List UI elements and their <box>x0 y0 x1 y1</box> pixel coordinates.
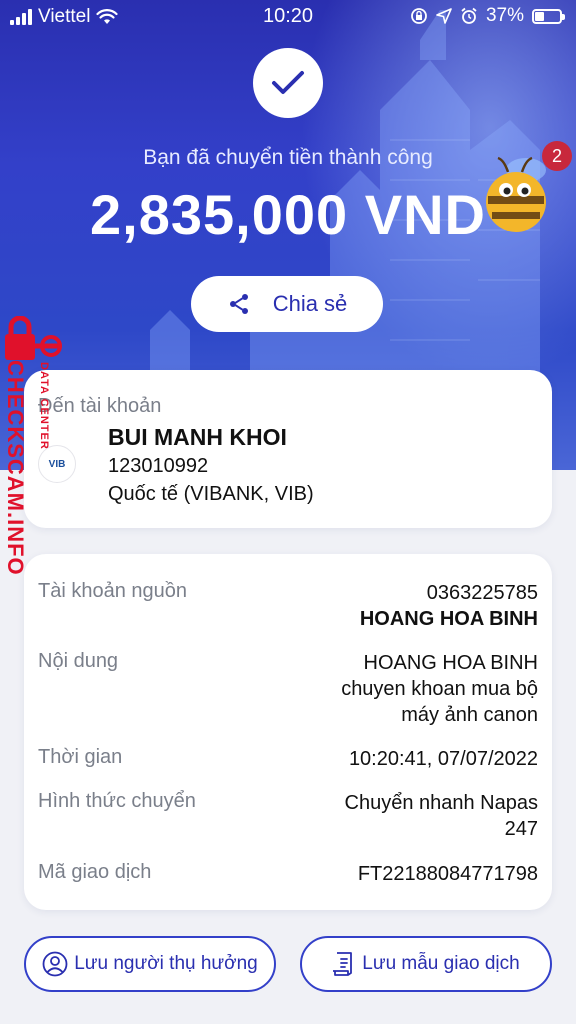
screen-rotation-lock-icon <box>411 8 427 24</box>
document-icon <box>333 952 353 976</box>
share-icon <box>229 294 248 314</box>
watermark-text: CHECKSCAM.INFO <box>3 360 28 576</box>
recipient-label: Đến tài khoản <box>38 395 162 417</box>
recipient-name: BUI MANH KHOI <box>108 424 287 450</box>
time-value: 10:20:41, 07/07/2022 <box>348 748 538 770</box>
recipient-account-number: 123010992 <box>108 455 209 477</box>
time-label: Thời gian <box>38 746 123 768</box>
watermark-subtext: DATA CENTER <box>38 362 50 450</box>
transfer-method-row: Hình thức chuyển Chuyển nhanh Napas 247 <box>38 790 538 844</box>
save-beneficiary-button[interactable]: Lưu người thụ hưởng <box>24 936 276 992</box>
content-label: Nội dung <box>38 650 119 672</box>
status-bar: Viettel 10:20 37% <box>0 0 576 34</box>
recipient-card: Đến tài khoản VIB BUI MANH KHOI 12301099… <box>24 370 552 528</box>
time-row: Thời gian 10:20:41, 07/07/2022 <box>38 746 538 774</box>
save-template-button[interactable]: Lưu mẫu giao dịch <box>300 936 552 992</box>
battery-percent: 37% <box>485 5 524 26</box>
save-template-label: Lưu mẫu giao dịch <box>362 953 520 974</box>
source-account-row: Tài khoản nguồn 0363225785 HOANG HOA BIN… <box>38 580 538 632</box>
source-account-name: HOANG HOA BINH <box>359 608 538 630</box>
bank-logo-text: VIB <box>48 458 66 470</box>
transaction-id-label: Mã giao dịch <box>38 861 152 883</box>
transaction-id-row: Mã giao dịch FT22188084771798 <box>38 861 538 889</box>
source-account-number: 0363225785 <box>426 582 538 604</box>
share-button-label: Chia sẻ <box>272 291 348 316</box>
user-circle-icon <box>42 951 68 977</box>
watermark-lock-icon <box>5 316 62 360</box>
content-line: HOANG HOA BINH <box>363 652 538 674</box>
save-beneficiary-label: Lưu người thụ hưởng <box>74 953 258 974</box>
battery-level-fill <box>535 11 544 21</box>
alarm-icon <box>461 7 477 24</box>
source-account-label: Tài khoản nguồn <box>38 580 188 602</box>
transfer-method-line: 247 <box>504 818 538 840</box>
notification-badge: 2 <box>542 141 572 171</box>
battery-icon <box>532 8 565 24</box>
success-check-icon <box>253 48 323 118</box>
location-arrow-icon <box>436 8 452 24</box>
recipient-bank: Quốc tế (VIBANK, VIB) <box>108 483 314 505</box>
content-line: máy ảnh canon <box>401 704 538 726</box>
transaction-id-value: FT22188084771798 <box>357 863 538 885</box>
share-button[interactable]: Chia sẻ <box>191 276 383 332</box>
transfer-method-label: Hình thức chuyển <box>38 790 196 812</box>
transfer-method-line: Chuyển nhanh Napas <box>344 792 538 814</box>
content-line: chuyen khoan mua bộ <box>341 678 538 700</box>
bank-logo: VIB <box>38 445 76 483</box>
content-row: Nội dung HOANG HOA BINH chuyen khoan mua… <box>38 650 538 730</box>
transaction-details-card: Tài khoản nguồn 0363225785 HOANG HOA BIN… <box>24 554 552 910</box>
